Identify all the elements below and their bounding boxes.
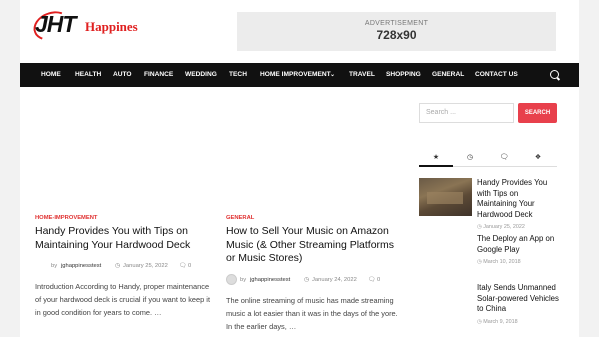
sidebar-post-item: Italy Sends Unmanned Solar-powered Vehic… <box>477 283 559 325</box>
sidebar-post-title[interactable]: Italy Sends Unmanned Solar-powered Vehic… <box>477 283 559 315</box>
sidebar-post-title[interactable]: Handy Provides You with Tips on Maintain… <box>477 178 559 220</box>
star-icon[interactable]: ★ <box>419 153 453 167</box>
sidebar-post-date: ◷ March 9, 2018 <box>477 318 518 325</box>
sidebar-post-item: The Deploy an App on Google Play ◷ March… <box>477 234 559 265</box>
nav-item-tech[interactable]: TECH <box>229 63 247 87</box>
site-logo[interactable]: JHT Happines <box>29 6 145 46</box>
ad-label: ADVERTISEMENT <box>364 20 429 27</box>
sidebar-tabs: ★ ◷ 🗨 ❖ <box>419 152 557 167</box>
nav-item-home-improvement[interactable]: HOME IMPROVEMENT <box>260 63 331 87</box>
post-meta: by jghappinesstest ◷ January 24, 2022 🗨 … <box>226 273 404 286</box>
sidebar-search-input[interactable]: Search ... <box>419 103 514 123</box>
post-title[interactable]: Handy Provides You with Tips on Maintain… <box>35 225 215 252</box>
post-category[interactable]: HOME-IMPROVEMENT <box>35 215 215 221</box>
nav-item-wedding[interactable]: WEDDING <box>185 63 217 87</box>
nav-item-general[interactable]: GENERAL <box>432 63 464 87</box>
sidebar-post-title[interactable]: The Deploy an App on Google Play <box>477 234 559 255</box>
comment-icon: 🗨 <box>368 276 376 283</box>
nav-item-auto[interactable]: AUTO <box>113 63 132 87</box>
main-navigation: HOME HEALTH AUTO FINANCE WEDDING TECH HO… <box>20 63 579 87</box>
by-label: by <box>240 276 247 283</box>
date-text: March 9, 2018 <box>483 318 518 325</box>
post-title[interactable]: How to Sell Your Music on Amazon Music (… <box>226 225 404 266</box>
post-excerpt: Introduction According to Handy, proper … <box>35 282 211 317</box>
sidebar-search-button[interactable]: SEARCH <box>518 103 557 123</box>
by-label: by <box>51 263 58 269</box>
comment-icon[interactable]: 🗨 <box>487 153 521 165</box>
nav-item-finance[interactable]: FINANCE <box>144 63 173 87</box>
post-date: January 25, 2022 <box>123 263 168 269</box>
sidebar-post-date: ◷ January 25, 2022 <box>477 224 525 231</box>
clock-icon: ◷ <box>115 263 121 269</box>
sidebar-thumbnail-image[interactable] <box>419 178 472 216</box>
clock-icon: ◷ <box>304 276 310 283</box>
post-author[interactable]: jghappinesstest <box>61 260 101 272</box>
nav-item-health[interactable]: HEALTH <box>75 63 101 87</box>
post-comment-count[interactable]: 0 <box>188 260 191 272</box>
clock-icon[interactable]: ◷ <box>453 153 487 165</box>
sidebar-post-date: ◷ March 10, 2018 <box>477 259 521 266</box>
nav-item-shopping[interactable]: SHOPPING <box>386 63 421 87</box>
post-excerpt: The online streaming of music has made s… <box>226 295 398 331</box>
tag-icon[interactable]: ❖ <box>521 153 555 165</box>
post-meta: by jghappinesstest ◷ January 25, 2022 🗨 … <box>35 260 215 272</box>
sidebar-post-item: Handy Provides You with Tips on Maintain… <box>477 178 559 230</box>
post-comment-count[interactable]: 0 <box>377 274 380 286</box>
date-text: March 10, 2018 <box>483 259 521 266</box>
comment-icon: 🗨 <box>179 263 187 269</box>
nav-item-travel[interactable]: TRAVEL <box>349 63 375 87</box>
post-category[interactable]: GENERAL <box>226 215 404 221</box>
ad-size: 728x90 <box>376 28 417 42</box>
post-card: HOME-IMPROVEMENT Handy Provides You with… <box>35 215 215 319</box>
post-author[interactable]: jghappinesstest <box>250 274 290 286</box>
post-date: January 24, 2022 <box>312 276 357 283</box>
post-card: GENERAL How to Sell Your Music on Amazon… <box>226 215 404 333</box>
logo-mark: JHT <box>35 11 76 37</box>
header-advertisement[interactable]: ADVERTISEMENT 728x90 <box>237 12 556 51</box>
date-text: January 25, 2022 <box>483 224 525 231</box>
avatar <box>226 273 237 285</box>
logo-text: Happines <box>85 19 138 34</box>
page: JHT Happines ADVERTISEMENT 728x90 HOME H… <box>20 0 579 337</box>
search-icon[interactable] <box>550 70 559 79</box>
nav-item-contact-us[interactable]: CONTACT US <box>475 63 518 87</box>
nav-item-home[interactable]: HOME <box>41 63 61 87</box>
chevron-down-icon[interactable]: ⌄ <box>330 63 335 87</box>
